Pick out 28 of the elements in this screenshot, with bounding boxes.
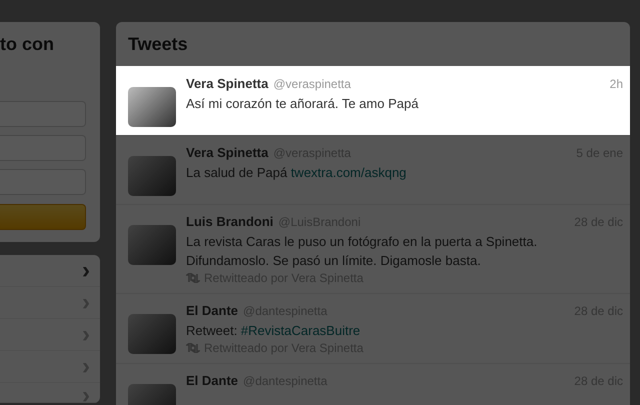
tweet-text: Así mi corazón te añorará. Te amo Papá bbox=[186, 95, 420, 113]
chevron-icon[interactable]: › bbox=[82, 358, 90, 376]
retweet-icon bbox=[186, 343, 200, 353]
chevron-icon[interactable]: › bbox=[82, 387, 90, 403]
tweet-time[interactable]: 2h bbox=[610, 75, 623, 93]
author-handle[interactable]: @veraspinetta bbox=[273, 75, 351, 93]
avatar-photo bbox=[128, 87, 176, 127]
tweet-text: La revista Caras le puso un fotógrafo en la puerta a Spinetta. Difundamoslo. Se pasó un límite. Digamosle basta. bbox=[186, 233, 538, 270]
author-name[interactable]: Luis Brandoni bbox=[186, 213, 274, 231]
chevron-icon[interactable]: › bbox=[82, 326, 90, 344]
author-name[interactable]: El Dante bbox=[186, 372, 238, 390]
avatar-photo bbox=[128, 225, 176, 265]
panel-heading: to con bbox=[0, 34, 55, 54]
author-name[interactable]: Vera Spinetta bbox=[186, 144, 268, 162]
tweet-text: Retweet: #RevistaCarasBuitre bbox=[186, 322, 362, 340]
retweet-icon bbox=[186, 273, 200, 283]
tweet-link[interactable]: twextra.com/askqng bbox=[290, 165, 406, 180]
tweet-row[interactable]: Vera Spinetta @veraspinetta 2h Así mi corazón te añorará. Te amo Papá bbox=[116, 66, 630, 135]
tweet-link[interactable]: #RevistaCarasBuitre bbox=[240, 323, 360, 338]
author-name[interactable]: El Dante bbox=[186, 302, 238, 320]
chevron-icon[interactable]: › bbox=[82, 294, 90, 312]
panel-title: Tweets bbox=[127, 33, 189, 56]
avatar-photo bbox=[128, 156, 176, 196]
chevron-icon[interactable]: › bbox=[82, 262, 90, 280]
tweet-text: La salud de Papá twextra.com/askqng bbox=[186, 164, 408, 182]
submit-button[interactable] bbox=[0, 204, 86, 230]
author-name[interactable]: Vera Spinetta bbox=[186, 75, 268, 93]
avatar-photo bbox=[128, 314, 176, 354]
